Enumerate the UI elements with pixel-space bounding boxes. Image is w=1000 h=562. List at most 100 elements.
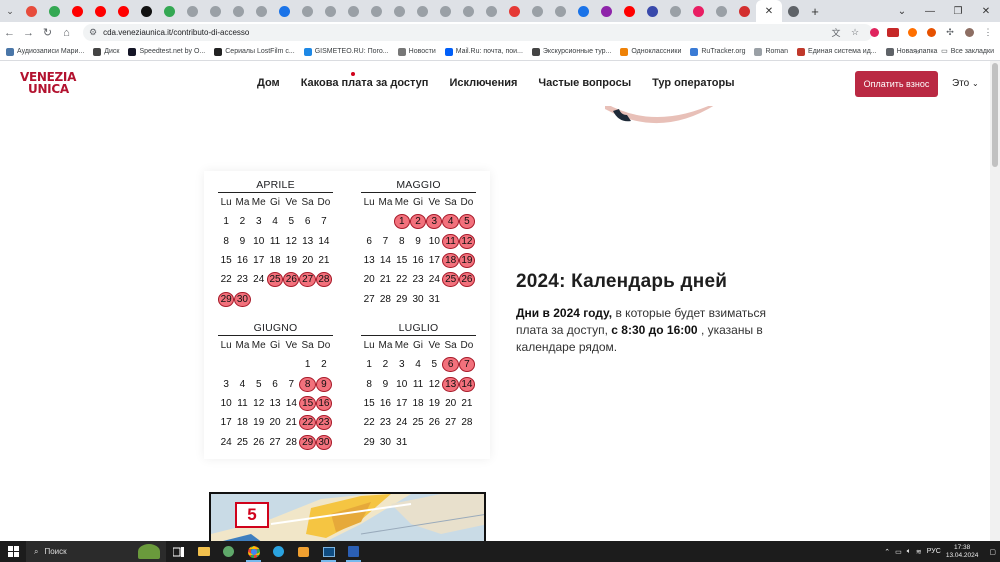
browser-tab[interactable] (457, 0, 480, 22)
nav-exemptions[interactable]: Исключения (449, 77, 517, 89)
browser-tab[interactable] (526, 0, 549, 22)
windows-start-icon[interactable] (0, 541, 26, 562)
browser-tab[interactable] (664, 0, 687, 22)
browser-tab[interactable] (549, 0, 572, 22)
browser-tab[interactable] (204, 0, 227, 22)
nav-faq[interactable]: Частые вопросы (538, 77, 631, 89)
all-bookmarks-link[interactable]: ▭ Все закладки (941, 47, 994, 56)
browser-tab[interactable] (572, 0, 595, 22)
chrome-menu-icon[interactable]: ⋮ (980, 25, 996, 40)
network-icon[interactable]: ▭ (895, 548, 902, 556)
opera-extension-icon[interactable] (866, 25, 882, 40)
browser-tab[interactable] (710, 0, 733, 22)
chrome-icon[interactable] (241, 541, 266, 562)
forward-arrow-icon[interactable]: → (19, 22, 38, 43)
browser-tab[interactable] (342, 0, 365, 22)
tray-overflow-icon[interactable]: ⌃ (884, 548, 890, 556)
bookmark-item[interactable]: Новости (397, 47, 436, 56)
translate-icon[interactable]: 文 (828, 25, 844, 40)
bookmark-item[interactable]: Mail.Ru: почта, пои... (444, 47, 523, 56)
area-map[interactable]: 5 (209, 492, 486, 541)
site-info-icon[interactable]: ⚙ (89, 27, 97, 38)
tray-language[interactable]: РУС (927, 548, 941, 555)
bookmark-item[interactable]: RuTracker.org (690, 47, 745, 56)
telegram-icon[interactable] (266, 541, 291, 562)
close-tab-icon[interactable]: ✕ (765, 6, 773, 17)
home-icon[interactable]: ⌂ (57, 22, 76, 43)
wifi-icon[interactable]: ≋ (916, 548, 922, 556)
reload-icon[interactable]: ↻ (38, 22, 57, 43)
tab-search-icon[interactable]: ⌄ (888, 0, 916, 22)
bookmarks-overflow-icon[interactable]: » (915, 46, 920, 56)
terminal-icon[interactable] (316, 541, 341, 562)
browser-tab[interactable] (250, 0, 273, 22)
bookmark-star-icon[interactable]: ☆ (847, 25, 863, 40)
venezia-unica-logo[interactable]: VENEZIA UNICA (20, 71, 80, 97)
bookmark-item[interactable]: Speedtest.net by O... (128, 47, 205, 56)
browser-tab[interactable] (365, 0, 388, 22)
browser-tab[interactable] (411, 0, 434, 22)
browser-tab[interactable] (20, 0, 43, 22)
browser-tab[interactable] (480, 0, 503, 22)
nav-fee-info[interactable]: Какова плата за доступ (301, 72, 428, 89)
bookmark-item[interactable]: GISMETEO.RU: Пого... (303, 47, 389, 56)
tab-search-chevron-icon[interactable]: ⌄ (0, 0, 20, 22)
browser-tab[interactable] (135, 0, 158, 22)
taskbar-search[interactable]: ⌕ Поиск (26, 541, 166, 562)
new-tab-button[interactable]: + (805, 4, 825, 19)
browser-tab[interactable] (227, 0, 250, 22)
browser-tab[interactable] (434, 0, 457, 22)
browser-tab[interactable] (733, 0, 756, 22)
bookmark-item[interactable]: Одноклассники (620, 47, 681, 56)
media-player-icon[interactable] (291, 541, 316, 562)
browser-tab[interactable] (273, 0, 296, 22)
bookmark-item[interactable]: Экскурсионные тур... (531, 47, 611, 56)
bookmark-item[interactable]: Новая папка (885, 47, 937, 56)
browser-tab[interactable] (503, 0, 526, 22)
bookmark-item[interactable]: Диск (93, 47, 119, 56)
browser-tab[interactable] (641, 0, 664, 22)
browser-tab[interactable]: ✕ (756, 0, 782, 22)
file-explorer-icon[interactable] (191, 541, 216, 562)
browser-tab[interactable] (319, 0, 342, 22)
scrollbar-thumb[interactable] (992, 63, 998, 167)
taskbar-clock[interactable]: 17:38 13.04.2024 (946, 544, 979, 560)
bookmark-item[interactable]: Сериалы LostFilm с... (214, 47, 295, 56)
bookmark-item[interactable]: Аудиозаписи Мари... (6, 47, 84, 56)
language-selector[interactable]: Это ⌄ (952, 78, 979, 89)
browser-tab[interactable] (43, 0, 66, 22)
browser-tab[interactable] (687, 0, 710, 22)
browser-tab[interactable] (181, 0, 204, 22)
browser-tab[interactable] (158, 0, 181, 22)
minimize-icon[interactable]: — (916, 0, 944, 22)
nav-home[interactable]: Дом (257, 77, 280, 89)
browser-tab[interactable] (66, 0, 89, 22)
nav-tour-operators[interactable]: Тур операторы (652, 77, 734, 89)
extensions-puzzle-icon[interactable]: ✣ (942, 25, 958, 40)
browser-tab[interactable] (595, 0, 618, 22)
edge-extension-icon[interactable] (216, 541, 241, 562)
pay-fee-button[interactable]: Оплатить взнос (855, 71, 938, 97)
volume-icon[interactable]: 🔈︎ (907, 548, 911, 556)
bookmark-item[interactable]: Единая система ид... (797, 47, 877, 56)
close-window-icon[interactable]: ✕ (972, 0, 1000, 22)
browser-tab[interactable] (782, 0, 805, 22)
browser-tab[interactable] (296, 0, 319, 22)
bookmark-item[interactable]: Roman (754, 47, 788, 56)
word-icon[interactable] (341, 541, 366, 562)
task-view-icon[interactable] (166, 541, 191, 562)
page-scrollbar[interactable] (990, 61, 1000, 541)
restore-icon[interactable]: ❐ (944, 0, 972, 22)
profile-avatar-icon[interactable] (961, 25, 977, 40)
fire-extension-icon[interactable] (904, 25, 920, 40)
battery-extension-icon[interactable] (885, 25, 901, 40)
browser-tab[interactable] (112, 0, 135, 22)
extension-icon[interactable] (923, 25, 939, 40)
calendar-day: 10 (220, 397, 232, 409)
url-field[interactable]: ⚙ cda.veneziaunica.it/contributo-di-acce… (83, 24, 873, 41)
browser-tab[interactable] (388, 0, 411, 22)
browser-tab[interactable] (618, 0, 641, 22)
back-arrow-icon[interactable]: ← (0, 22, 19, 43)
notifications-icon[interactable]: ▢ (989, 548, 996, 556)
browser-tab[interactable] (89, 0, 112, 22)
